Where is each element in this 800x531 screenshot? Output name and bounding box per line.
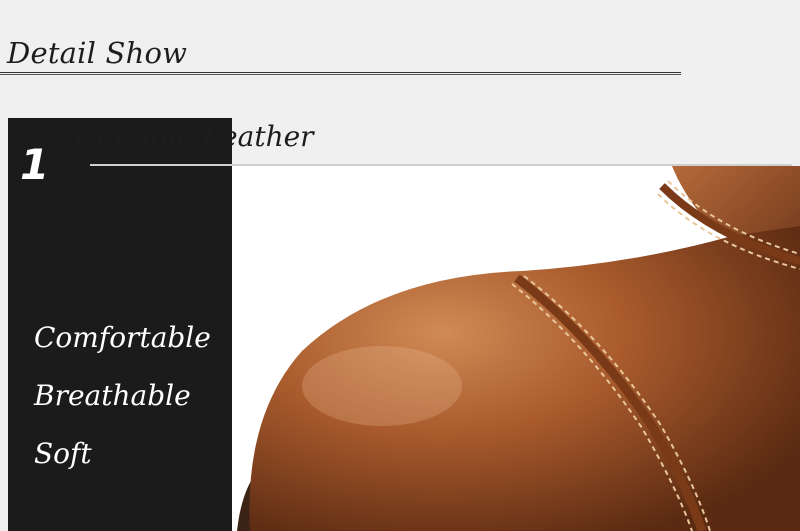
product-photo: [232, 166, 800, 531]
feature-attribute-list: Comfortable Breathable Soft: [34, 318, 211, 492]
section-title: Detail Show: [7, 36, 188, 70]
section-divider: [0, 72, 681, 75]
attribute-soft: Soft: [34, 437, 92, 470]
feature-number: 1: [20, 140, 50, 189]
leather-boot-toe-icon: [237, 166, 800, 531]
feature-title: Genuine Leather: [75, 120, 314, 153]
attribute-comfortable: Comfortable: [34, 321, 211, 354]
attribute-breathable: Breathable: [34, 379, 191, 412]
